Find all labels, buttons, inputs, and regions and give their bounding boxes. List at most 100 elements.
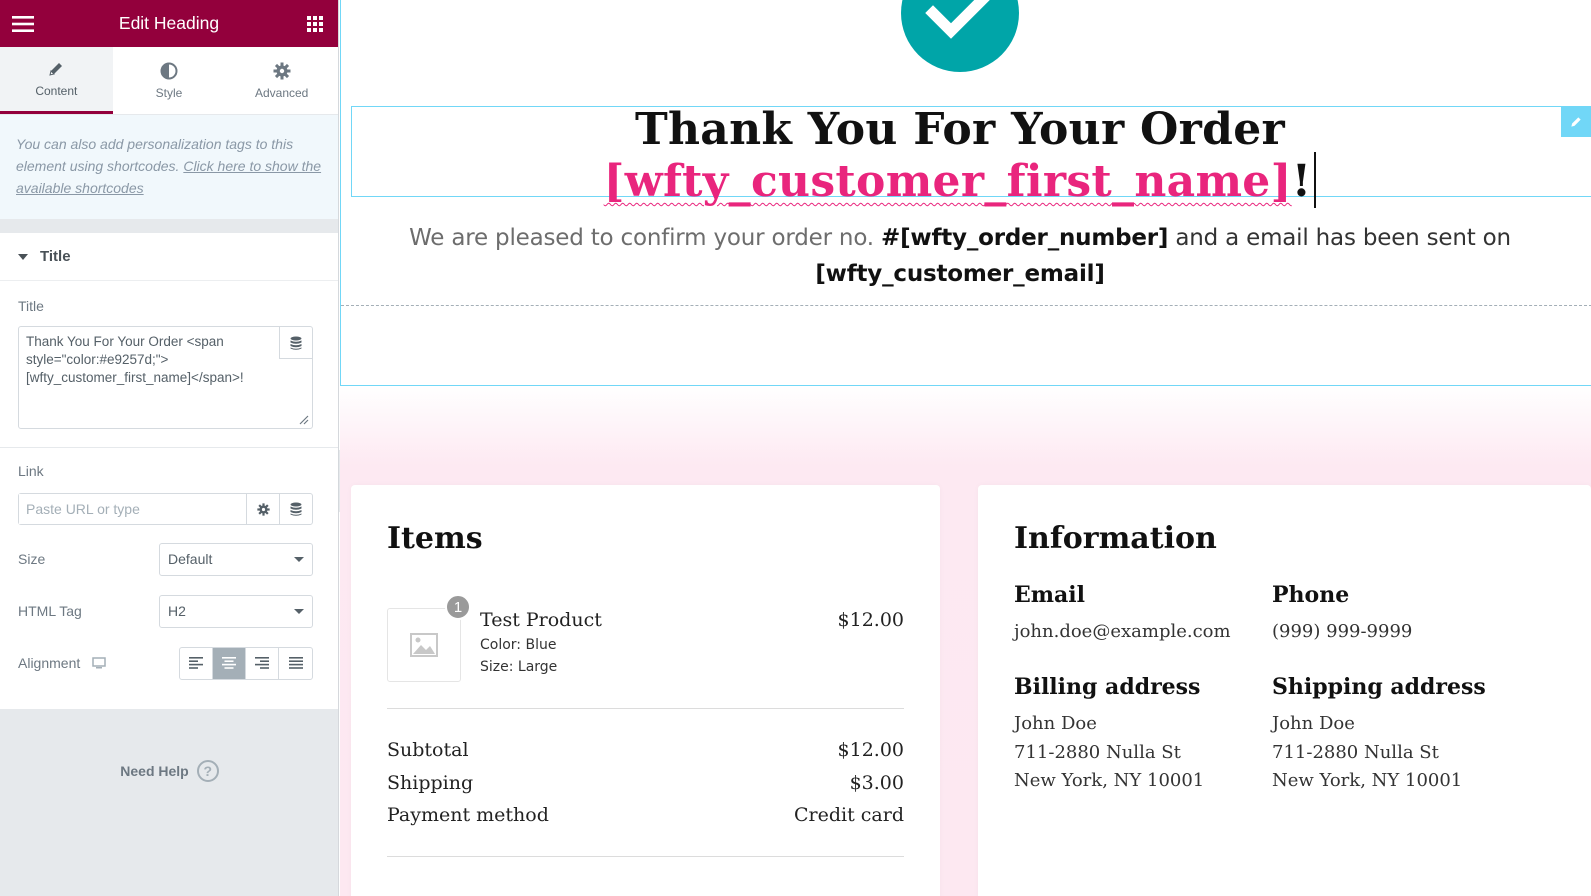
- panel-title: Edit Heading: [118, 13, 220, 33]
- billing-line: John Doe: [1014, 713, 1097, 734]
- align-center-button[interactable]: [213, 647, 246, 679]
- size-select[interactable]: Default: [159, 542, 313, 576]
- align-left-icon: [189, 657, 203, 669]
- editor-panel: Edit Heading Content Style Advanced You …: [0, 0, 339, 896]
- email-heading: Email: [1014, 582, 1086, 608]
- alignment-buttons: [179, 646, 313, 680]
- align-justify-icon: [288, 657, 303, 669]
- section-title-label: Title: [40, 248, 71, 265]
- gear-icon: [256, 502, 270, 516]
- confirmation-text[interactable]: We are pleased to confirm your order no.…: [341, 220, 1579, 292]
- need-help-link[interactable]: Need Help ?: [0, 760, 339, 782]
- pencil-icon: [49, 63, 63, 76]
- subtotal-value: $12.00: [837, 739, 904, 761]
- customer-email-shortcode: [wfty_customer_email]: [815, 261, 1105, 287]
- page-preview: Thank You For Your Order [wfty_customer_…: [340, 0, 1591, 896]
- tab-content-label: Content: [35, 84, 78, 98]
- half-circle-icon: [160, 62, 178, 79]
- link-dynamic-tags-button[interactable]: [279, 494, 312, 524]
- link-options-button[interactable]: [246, 494, 279, 524]
- confirmation-middle: and a email has been sent on: [1168, 225, 1511, 251]
- align-justify-button[interactable]: [279, 648, 312, 679]
- shortcode-note: You can also add personalization tags to…: [0, 115, 338, 219]
- link-control: Link: [0, 448, 338, 533]
- html-tag-control: HTML Tag H2: [0, 585, 338, 637]
- chevron-down-icon: [294, 608, 304, 614]
- align-right-icon: [255, 657, 269, 669]
- chevron-down-icon: [294, 556, 304, 562]
- caret-down-icon: [18, 253, 28, 260]
- shipping-row: Shipping $3.00: [387, 772, 904, 794]
- html-tag-label: HTML Tag: [18, 603, 82, 619]
- divider: [387, 708, 904, 709]
- resize-grip-icon[interactable]: [299, 415, 309, 425]
- payment-value: Credit card: [794, 804, 904, 826]
- question-circle-icon: ?: [196, 760, 219, 782]
- shipping-line: New York, NY 10001: [1272, 770, 1463, 791]
- title-label: Title: [18, 298, 44, 314]
- tab-style-label: Style: [155, 85, 183, 100]
- alignment-label: Alignment: [18, 655, 81, 671]
- product-name: Test Product: [480, 609, 602, 631]
- gear-icon: [273, 62, 291, 79]
- page-heading[interactable]: Thank You For Your Order [wfty_customer_…: [341, 108, 1579, 208]
- widgets-grid-icon[interactable]: [301, 10, 329, 38]
- desktop-icon[interactable]: [92, 657, 107, 669]
- link-label: Link: [18, 463, 44, 479]
- text-cursor: [1314, 152, 1317, 208]
- email-value: john.doe@example.com: [1014, 621, 1231, 642]
- header-section[interactable]: Thank You For Your Order [wfty_customer_…: [340, 0, 1591, 386]
- title-textarea[interactable]: [19, 327, 281, 427]
- title-section-toggle[interactable]: Title: [0, 233, 338, 281]
- shipping-line: John Doe: [1272, 713, 1355, 734]
- align-left-button[interactable]: [180, 647, 213, 679]
- subtotal-row: Subtotal $12.00: [387, 739, 904, 761]
- hamburger-menu-icon[interactable]: [9, 10, 37, 38]
- alignment-control: Alignment: [0, 637, 338, 689]
- shipping-value: $3.00: [849, 772, 904, 794]
- information-title: Information: [1014, 521, 1217, 556]
- payment-row: Payment method Credit card: [387, 804, 904, 826]
- customer-name-shortcode: [wfty_customer_first_name]: [603, 156, 1292, 207]
- image-placeholder-icon: [410, 633, 438, 657]
- html-tag-select[interactable]: H2: [159, 594, 313, 628]
- billing-line: 711-2880 Nulla St: [1014, 741, 1181, 763]
- size-value: Default: [168, 551, 213, 567]
- payment-label: Payment method: [387, 804, 549, 826]
- align-center-icon: [222, 657, 236, 669]
- tab-style[interactable]: Style: [113, 47, 226, 114]
- checkmark-icon: [901, 0, 1019, 72]
- size-label: Size: [18, 551, 46, 567]
- billing-address: John Doe 711-2880 Nulla St New York, NY …: [1014, 710, 1204, 796]
- section-divider: [341, 305, 1591, 306]
- shipping-address: John Doe 711-2880 Nulla St New York, NY …: [1272, 710, 1462, 796]
- product-thumbnail: [387, 608, 461, 682]
- database-icon: [290, 336, 302, 350]
- tab-content[interactable]: Content: [0, 47, 113, 114]
- heading-main-text: Thank You For Your Order: [634, 104, 1286, 155]
- product-size: Size: Large: [480, 659, 558, 675]
- billing-line: New York, NY 10001: [1014, 770, 1205, 791]
- heading-exclamation: !: [1291, 156, 1312, 207]
- align-right-button[interactable]: [246, 647, 279, 679]
- product-price: $12.00: [837, 609, 904, 631]
- quantity-badge: 1: [445, 594, 471, 620]
- database-icon: [290, 502, 302, 516]
- size-control: Size Default: [0, 533, 338, 585]
- html-tag-value: H2: [168, 603, 186, 619]
- subtotal-label: Subtotal: [387, 739, 469, 761]
- phone-value: (999) 999-9999: [1272, 621, 1413, 642]
- dynamic-tags-button[interactable]: [279, 327, 312, 359]
- panel-tabs: Content Style Advanced: [0, 47, 338, 115]
- title-control: Title: [0, 281, 338, 448]
- panel-header: Edit Heading: [0, 0, 338, 47]
- order-details-section: Items 1 Test Product Color: Blue Size: L…: [340, 386, 1591, 896]
- url-input[interactable]: [19, 494, 246, 524]
- product-color: Color: Blue: [480, 637, 557, 653]
- shipping-line: 711-2880 Nulla St: [1272, 741, 1439, 763]
- order-number-shortcode: #[wfty_order_number]: [881, 225, 1169, 251]
- billing-heading: Billing address: [1014, 674, 1201, 700]
- items-card: Items 1 Test Product Color: Blue Size: L…: [351, 485, 940, 896]
- need-help-label: Need Help: [120, 763, 189, 779]
- tab-advanced[interactable]: Advanced: [225, 47, 338, 114]
